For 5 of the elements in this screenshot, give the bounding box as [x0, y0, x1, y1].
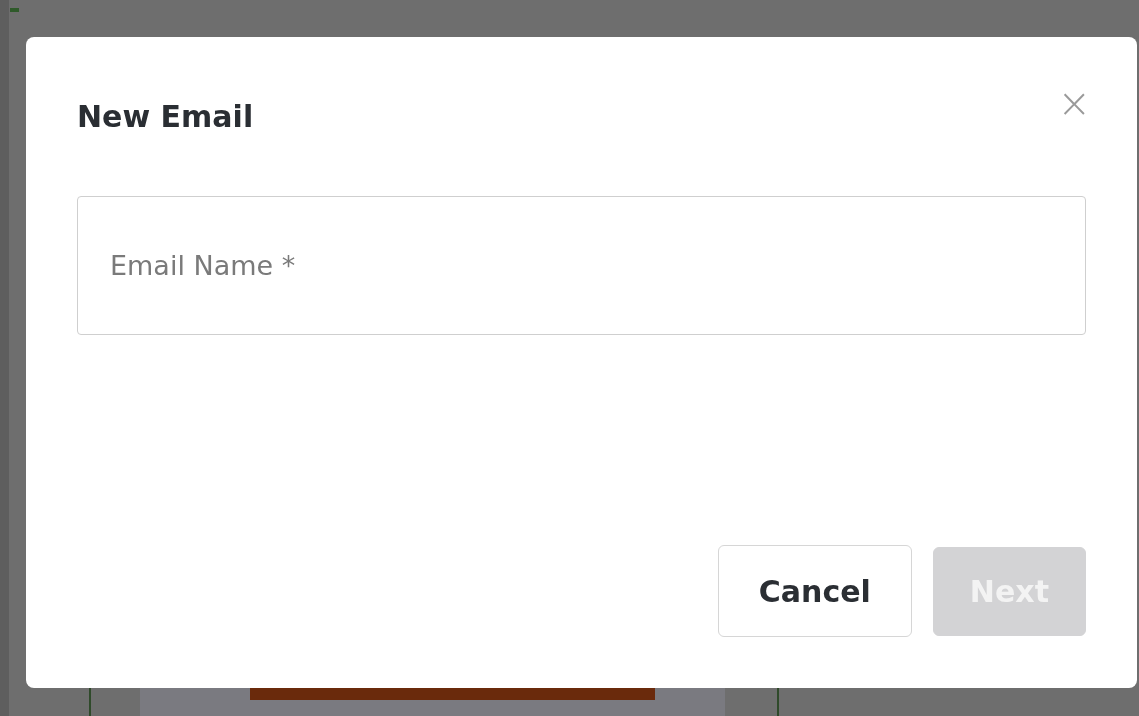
dialog-title: New Email	[77, 99, 254, 135]
close-button[interactable]: ×	[1057, 83, 1091, 123]
page-corner-mark	[10, 8, 19, 12]
email-name-field[interactable]: Email Name *	[77, 196, 1086, 335]
cancel-button[interactable]: Cancel	[717, 545, 912, 637]
